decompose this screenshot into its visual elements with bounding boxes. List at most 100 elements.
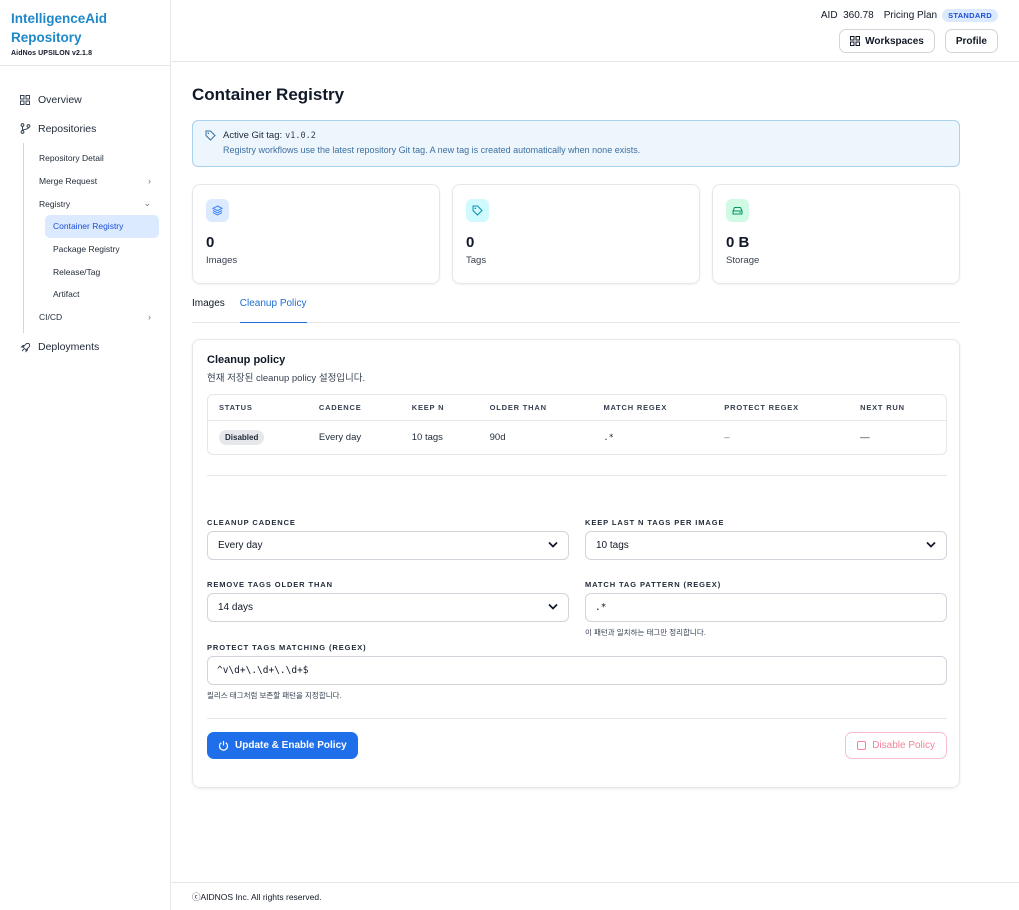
update-enable-policy-button[interactable]: Update & Enable Policy — [207, 732, 358, 759]
cleanup-policy-card: Cleanup policy 현재 저장된 cleanup policy 설정입… — [192, 339, 960, 788]
column-header: OLDER THAN — [489, 403, 547, 412]
sidebar-item-label: Repositories — [38, 122, 97, 135]
keep-tags-select[interactable]: 10 tags — [585, 531, 947, 560]
sidebar-item-label: Deployments — [38, 341, 100, 353]
git-tag-banner: Active Git tag: v1.0.2 Registry workflow… — [192, 120, 960, 167]
stat-card-images: 0 Images — [192, 184, 440, 284]
column-header: CADENCE — [318, 403, 362, 412]
git-tag-description: Registry workflows use the latest reposi… — [223, 145, 641, 155]
repositories-submenu: Repository Detail Merge Request › Regist… — [23, 143, 170, 333]
table-header: STATUS CADENCE KEEP N OLDER THAN MATCH R… — [208, 395, 946, 421]
field-label: REMOVE TAGS OLDER THAN — [207, 580, 333, 589]
aid-balance: AID 360.78 — [821, 10, 874, 21]
disable-policy-button[interactable]: Disable Policy — [845, 732, 947, 759]
older-than-cell: 90d — [489, 432, 506, 443]
stat-value: 0 B — [726, 234, 750, 251]
column-header: MATCH REGEX — [603, 403, 668, 412]
stats-row: 0 Images 0 Tags 0 B Storage — [192, 184, 960, 284]
cadence-select[interactable]: Every day — [207, 531, 569, 560]
brand-version: AidNos UPSILON v2.1.8 — [11, 50, 93, 57]
select-value: 10 tags — [596, 540, 629, 551]
stat-value: 0 — [206, 234, 215, 251]
sidebar-item-package-registry[interactable]: Package Registry — [45, 238, 159, 261]
stat-card-tags: 0 Tags — [452, 184, 700, 284]
chevron-down-icon — [548, 602, 558, 613]
select-value: Every day — [218, 540, 263, 551]
protect-regex-cell: – — [724, 432, 730, 443]
account-summary: AID 360.78 Pricing Plan STANDARD — [821, 9, 998, 22]
stat-label: Tags — [466, 255, 487, 266]
pricing-plan-label: Pricing Plan — [883, 10, 938, 21]
card-subtitle: 현재 저장된 cleanup policy 설정입니다. — [207, 373, 366, 384]
sidebar: IntelligenceAid Repository AidNos UPSILO… — [0, 0, 171, 910]
policy-table: STATUS CADENCE KEEP N OLDER THAN MATCH R… — [207, 394, 947, 455]
rocket-icon — [19, 341, 31, 353]
tab-images[interactable]: Images — [192, 298, 225, 323]
column-header: STATUS — [219, 403, 253, 412]
field-label: CLEANUP CADENCE — [207, 518, 296, 527]
column-header: PROTECT REGEX — [724, 403, 799, 412]
card-title: Cleanup policy — [207, 354, 286, 366]
chevron-down-icon — [926, 540, 936, 551]
tag-icon — [205, 130, 216, 141]
tab-bar: Images Cleanup Policy — [192, 298, 960, 323]
power-icon — [218, 740, 229, 751]
plan-badge: STANDARD — [942, 9, 998, 22]
git-branch-icon — [19, 123, 31, 135]
field-label: KEEP LAST N TAGS PER IMAGE — [585, 518, 725, 527]
older-than-select[interactable]: 14 days — [207, 593, 569, 622]
match-pattern-input[interactable]: .* — [585, 593, 947, 622]
sidebar-item-label: Overview — [38, 93, 82, 106]
match-regex-cell: .* — [603, 432, 614, 443]
next-run-cell: — — [860, 432, 870, 443]
top-header: AID 360.78 Pricing Plan STANDARD Workspa… — [171, 0, 1019, 62]
stat-label: Storage — [726, 255, 760, 266]
sidebar-item-registry[interactable]: Registry ⌄ — [24, 192, 170, 215]
brand-title[interactable]: IntelligenceAid Repository — [11, 9, 159, 47]
stat-value: 0 — [466, 234, 475, 251]
grid-icon — [19, 94, 31, 106]
field-hint: 릴리스 태그처럼 보존할 패턴을 지정합니다. — [207, 691, 342, 700]
sidebar-item-merge-request[interactable]: Merge Request › — [24, 170, 170, 193]
workspaces-label: Workspaces — [865, 35, 924, 47]
sidebar-item-repository-detail[interactable]: Repository Detail — [24, 147, 170, 170]
brand: IntelligenceAid Repository AidNos UPSILO… — [0, 0, 170, 66]
select-value: 14 days — [218, 602, 254, 613]
page-title: Container Registry — [192, 85, 345, 104]
footer: ⓒAIDNOS Inc. All rights reserved. — [171, 882, 1019, 910]
sidebar-item-release-tag[interactable]: Release/Tag — [45, 260, 159, 283]
header-actions: Workspaces Profile — [839, 29, 998, 53]
chevron-down-icon — [548, 540, 558, 551]
sidebar-item-deployments[interactable]: Deployments — [0, 333, 170, 362]
sidebar-item-label: CI/CD — [39, 312, 63, 323]
chevron-right-icon: › — [148, 312, 151, 323]
workspaces-button[interactable]: Workspaces — [839, 29, 935, 53]
form-actions: Update & Enable Policy Disable Policy — [207, 732, 947, 759]
grid-icon — [850, 36, 861, 46]
field-label: MATCH TAG PATTERN (REGEX) — [585, 580, 722, 589]
divider — [207, 475, 947, 476]
tab-cleanup-policy[interactable]: Cleanup Policy — [239, 298, 307, 323]
button-label: Disable Policy — [872, 740, 935, 751]
keep-tags-field: KEEP LAST N TAGS PER IMAGE 10 tags — [585, 518, 947, 580]
sidebar-item-label: Merge Request — [39, 176, 98, 187]
stat-label: Images — [206, 255, 238, 266]
divider — [207, 718, 947, 719]
sidebar-item-overview[interactable]: Overview — [0, 85, 170, 114]
git-tag-value: v1.0.2 — [285, 130, 316, 141]
sidebar-item-repositories[interactable]: Repositories — [0, 114, 170, 143]
hard-drive-icon — [726, 199, 749, 222]
column-header: KEEP N — [411, 403, 445, 412]
aid-label: AID — [820, 10, 838, 21]
registry-submenu: Container Registry Package Registry Rele… — [24, 215, 170, 306]
cadence-field: CLEANUP CADENCE Every day — [207, 518, 569, 580]
sidebar-item-cicd[interactable]: CI/CD › — [24, 306, 170, 329]
sidebar-item-label: Repository Detail — [39, 153, 104, 164]
sidebar-item-artifact[interactable]: Artifact — [45, 283, 159, 306]
sidebar-item-container-registry[interactable]: Container Registry — [45, 215, 159, 238]
cadence-cell: Every day — [318, 432, 362, 443]
sidebar-nav: Overview Repositories Repository Detail … — [0, 66, 170, 362]
git-tag-label: Active Git tag: — [223, 130, 283, 141]
protect-pattern-input[interactable]: ^v\d+\.\d+\.\d+$ — [207, 656, 947, 685]
profile-button[interactable]: Profile — [944, 29, 998, 53]
